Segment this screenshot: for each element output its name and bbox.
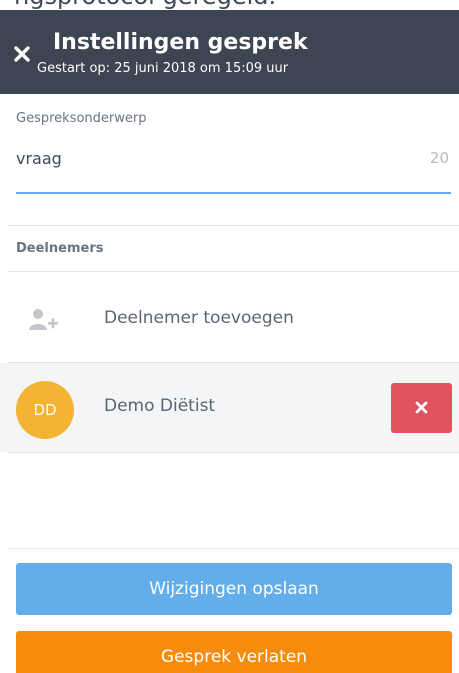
participant-name: Demo Diëtist (104, 396, 216, 416)
page-subtitle: Gestart op: 25 juni 2018 om 15:09 uur (37, 61, 289, 76)
dialog-header: Instellingen gesprek Gestart op: 25 juni… (0, 10, 459, 94)
divider (8, 225, 459, 226)
divider (8, 548, 459, 549)
subject-input[interactable] (16, 140, 374, 176)
remove-participant-button[interactable] (391, 383, 452, 433)
avatar: DD (16, 381, 74, 439)
close-icon (415, 401, 428, 414)
participants-heading: Deelnemers (16, 241, 104, 256)
add-participant-button[interactable]: Deelnemer toevoegen (0, 272, 459, 362)
input-underline (16, 192, 451, 194)
close-button[interactable] (12, 44, 32, 64)
participant-row: DD Demo Diëtist (0, 363, 459, 452)
save-changes-button[interactable]: Wijzigingen opslaan (16, 563, 452, 615)
char-counter: 20 (429, 149, 449, 167)
leave-conversation-button[interactable]: Gesprek verlaten (16, 631, 452, 673)
page-title: Instellingen gesprek (53, 30, 308, 55)
close-icon (14, 46, 30, 62)
divider (8, 452, 459, 453)
subject-label: Gespreksonderwerp (16, 111, 147, 126)
partial-text: ngsprotocol geregeld. (14, 0, 276, 10)
scrolled-content-strip: ngsprotocol geregeld. (0, 0, 459, 10)
add-participant-label: Deelnemer toevoegen (104, 308, 294, 328)
add-user-icon (29, 309, 58, 330)
